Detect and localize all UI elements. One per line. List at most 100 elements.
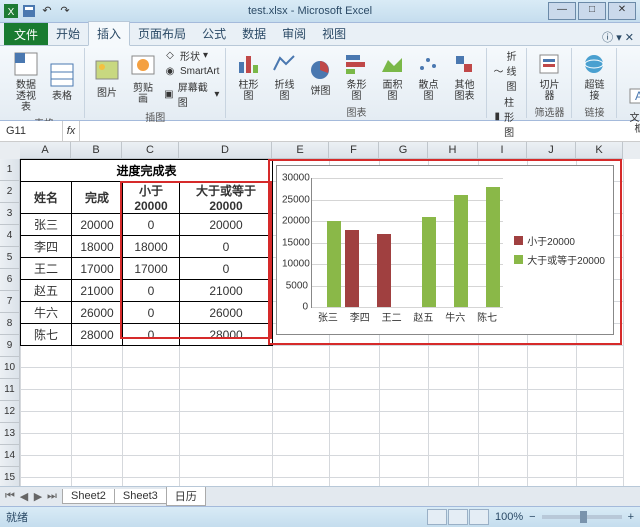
- col-header[interactable]: K: [576, 142, 623, 159]
- cell[interactable]: [123, 368, 180, 390]
- tab-data[interactable]: 数据: [234, 22, 274, 45]
- cell[interactable]: [429, 478, 479, 487]
- select-all-corner[interactable]: [0, 142, 21, 160]
- zoom-in-button[interactable]: +: [628, 511, 634, 523]
- col-header[interactable]: I: [478, 142, 527, 159]
- tab-formula[interactable]: 公式: [194, 22, 234, 45]
- col-header[interactable]: D: [179, 142, 272, 159]
- cell[interactable]: [123, 478, 180, 487]
- cell[interactable]: [21, 456, 72, 478]
- tab-layout[interactable]: 页面布局: [130, 22, 194, 45]
- cell[interactable]: [479, 412, 528, 434]
- cell[interactable]: [577, 456, 624, 478]
- cell[interactable]: 20000: [180, 214, 273, 236]
- cell[interactable]: [72, 390, 123, 412]
- zoom-out-button[interactable]: −: [529, 511, 535, 523]
- column-chart-button[interactable]: 柱形图: [232, 48, 264, 104]
- col-header[interactable]: E: [272, 142, 329, 159]
- cell[interactable]: [380, 390, 429, 412]
- row-header[interactable]: 14: [0, 445, 20, 467]
- cell[interactable]: [21, 434, 72, 456]
- qat-redo-icon[interactable]: ↷: [58, 4, 72, 18]
- cell[interactable]: [180, 346, 273, 368]
- hyperlink-button[interactable]: 超链接: [578, 48, 610, 104]
- cell[interactable]: 0: [180, 236, 273, 258]
- cell[interactable]: [330, 478, 380, 487]
- cell[interactable]: [180, 478, 273, 487]
- row-header[interactable]: 5: [0, 247, 20, 269]
- cell[interactable]: [577, 434, 624, 456]
- pivot-button[interactable]: 数据 透视表: [10, 48, 42, 115]
- cell[interactable]: 0: [123, 280, 180, 302]
- pie-chart-button[interactable]: 饼图: [304, 54, 336, 99]
- cell[interactable]: 姓名: [21, 182, 72, 214]
- cell[interactable]: [123, 456, 180, 478]
- qat-undo-icon[interactable]: ↶: [40, 4, 54, 18]
- cell[interactable]: [21, 368, 72, 390]
- cell[interactable]: [180, 368, 273, 390]
- cell[interactable]: 26000: [72, 302, 123, 324]
- cell[interactable]: [330, 368, 380, 390]
- cell[interactable]: 26000: [180, 302, 273, 324]
- cell[interactable]: 21000: [72, 280, 123, 302]
- cell[interactable]: [330, 456, 380, 478]
- cell[interactable]: [123, 390, 180, 412]
- cell[interactable]: [528, 346, 577, 368]
- chart-bar[interactable]: [345, 230, 359, 307]
- tab-insert[interactable]: 插入: [88, 21, 130, 46]
- cell[interactable]: [528, 478, 577, 487]
- screenshot-button[interactable]: ▣屏幕截图 ▾: [163, 79, 219, 109]
- cell[interactable]: [380, 478, 429, 487]
- cell[interactable]: [273, 346, 330, 368]
- cell[interactable]: [380, 368, 429, 390]
- chart-bar[interactable]: [454, 195, 468, 307]
- cell[interactable]: [123, 346, 180, 368]
- cell[interactable]: [330, 412, 380, 434]
- row-header[interactable]: 6: [0, 269, 20, 291]
- col-header[interactable]: B: [71, 142, 122, 159]
- row-header[interactable]: 11: [0, 379, 20, 401]
- chart-bar[interactable]: [422, 217, 436, 307]
- cell[interactable]: 20000: [72, 214, 123, 236]
- cell[interactable]: 进度完成表: [21, 160, 273, 182]
- area-chart-button[interactable]: 面积图: [376, 48, 408, 104]
- row-header[interactable]: 15: [0, 467, 20, 486]
- col-header[interactable]: J: [527, 142, 576, 159]
- row-header[interactable]: 8: [0, 313, 20, 335]
- cell[interactable]: 小于20000: [123, 182, 180, 214]
- row-header[interactable]: 7: [0, 291, 20, 313]
- cell[interactable]: 28000: [180, 324, 273, 346]
- cell[interactable]: [479, 346, 528, 368]
- cell[interactable]: [123, 434, 180, 456]
- view-mode-buttons[interactable]: [427, 509, 489, 525]
- cell[interactable]: [72, 434, 123, 456]
- shapes-button[interactable]: ◇形状 ▾: [163, 48, 219, 63]
- row-header[interactable]: 13: [0, 423, 20, 445]
- cell[interactable]: [72, 346, 123, 368]
- col-header[interactable]: H: [428, 142, 478, 159]
- cell[interactable]: 大于或等于20000: [180, 182, 273, 214]
- cell[interactable]: [330, 390, 380, 412]
- cell[interactable]: 0: [123, 302, 180, 324]
- chart-bar[interactable]: [377, 234, 391, 307]
- cell[interactable]: [528, 456, 577, 478]
- cell[interactable]: [273, 434, 330, 456]
- tab-review[interactable]: 审阅: [274, 22, 314, 45]
- page-layout-view-button[interactable]: [448, 509, 468, 525]
- cell[interactable]: [380, 456, 429, 478]
- cell[interactable]: [479, 456, 528, 478]
- cell[interactable]: [577, 390, 624, 412]
- cell[interactable]: [380, 412, 429, 434]
- cell[interactable]: [577, 346, 624, 368]
- cell[interactable]: [528, 368, 577, 390]
- cell[interactable]: [429, 456, 479, 478]
- row-header[interactable]: 10: [0, 357, 20, 379]
- cell[interactable]: [429, 412, 479, 434]
- row-header[interactable]: 3: [0, 203, 20, 225]
- cell[interactable]: [72, 412, 123, 434]
- legend-item[interactable]: 小于20000: [514, 233, 605, 248]
- smartart-button[interactable]: ◉SmartArt: [163, 64, 219, 78]
- formula-bar[interactable]: [80, 121, 640, 141]
- cell[interactable]: [380, 346, 429, 368]
- cell[interactable]: [429, 390, 479, 412]
